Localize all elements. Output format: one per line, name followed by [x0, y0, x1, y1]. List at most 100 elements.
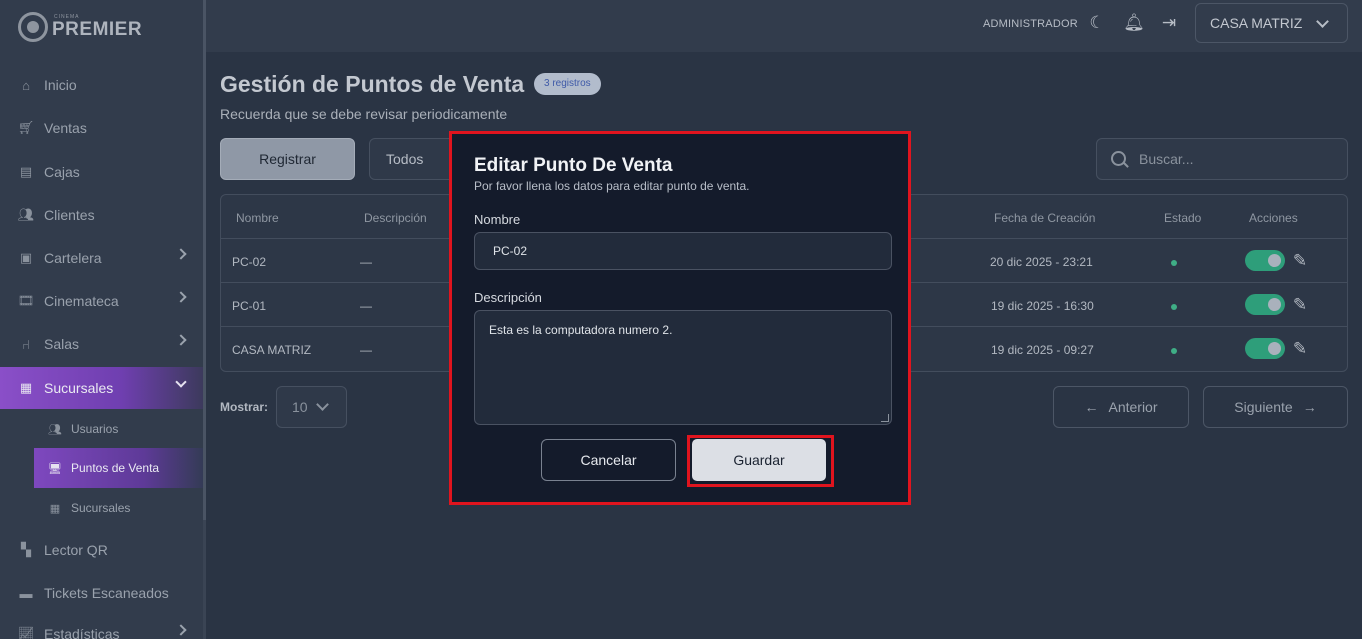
column-header-acciones: Acciones: [1249, 211, 1298, 225]
chevron-down-icon: [316, 398, 329, 411]
page-size-value: 10: [292, 399, 308, 415]
chart-icon: 📈︎: [17, 626, 35, 639]
logout-icon[interactable]: ⇥: [1158, 12, 1180, 34]
cell-nombre: CASA MATRIZ: [232, 343, 312, 357]
pos-icon: 🖥︎: [48, 462, 62, 475]
next-page-button[interactable]: Siguiente →: [1203, 386, 1348, 428]
theme-toggle-icon[interactable]: ☾: [1086, 12, 1108, 34]
active-toggle[interactable]: [1245, 250, 1285, 271]
sidebar-subitem-label: Puntos de Venta: [71, 461, 160, 475]
modal-title: Editar Punto De Venta: [474, 155, 673, 176]
resize-handle[interactable]: [881, 414, 889, 422]
page-title: Gestión de Puntos de Venta: [220, 71, 525, 97]
sidebar-subitem-sucursales[interactable]: ▦ Sucursales: [34, 489, 203, 527]
status-filter-value: Todos: [386, 151, 424, 167]
sidebar-item-label: Tickets Escaneados: [44, 585, 169, 601]
cell-fecha: 19 dic 2025 - 16:30: [991, 299, 1094, 313]
scanned-icon: ▬: [19, 585, 33, 601]
topbar: [206, 0, 1362, 52]
previous-page-button[interactable]: ← Anterior: [1053, 386, 1189, 428]
register-icon: ▤: [19, 164, 33, 179]
active-toggle[interactable]: [1245, 338, 1285, 359]
sidebar-item-label: Lector QR: [44, 542, 108, 558]
chevron-right-icon: [175, 624, 187, 636]
sidebar-item-cartelera[interactable]: ▣ Cartelera: [0, 238, 203, 278]
description-textarea-value: Esta es la computadora numero 2.: [489, 323, 673, 337]
sidebar: CINEMA PREMIER ⌂ Inicio 🛒︎ Ventas ▤ Caja…: [0, 0, 203, 639]
sidebar-subitem-usuarios[interactable]: 👥︎ Usuarios: [34, 410, 203, 448]
arrow-left-icon: ←: [1084, 399, 1099, 415]
cell-nombre: PC-02: [232, 255, 267, 269]
name-field-label: Nombre: [474, 212, 521, 227]
brand-name: PREMIER: [52, 19, 143, 40]
column-header-nombre[interactable]: Nombre: [236, 211, 279, 225]
seat-icon: ⑁: [22, 336, 30, 352]
edit-icon[interactable]: ✎: [1290, 251, 1310, 271]
page-size-select[interactable]: 10: [276, 386, 347, 428]
home-icon: ⌂: [22, 77, 30, 93]
cell-descripcion: —: [360, 343, 372, 357]
column-header-estado: Estado: [1164, 211, 1202, 225]
status-dot: [1171, 304, 1177, 310]
sidebar-item-lector-qr[interactable]: ▚ Lector QR: [0, 530, 203, 570]
register-button[interactable]: Registrar: [220, 138, 355, 180]
name-input[interactable]: PC-02: [474, 232, 892, 270]
sidebar-scrollbar[interactable]: [203, 0, 206, 639]
sidebar-item-label: Estadísticas: [44, 626, 120, 639]
chevron-right-icon: [175, 334, 187, 346]
sidebar-item-inicio[interactable]: ⌂ Inicio: [0, 65, 203, 105]
cell-fecha: 20 dic 2025 - 23:21: [990, 255, 1093, 269]
chevron-right-icon: [175, 248, 187, 260]
users-icon: 👥︎: [17, 207, 35, 222]
edit-icon[interactable]: ✎: [1290, 339, 1310, 359]
page-size-label: Mostrar:: [220, 400, 269, 414]
sidebar-item-label: Cajas: [44, 164, 80, 180]
chevron-right-icon: [175, 291, 187, 303]
sidebar-item-label: Ventas: [44, 120, 87, 136]
sidebar-subitem-label: Usuarios: [71, 422, 119, 436]
sidebar-item-salas[interactable]: ⑁ Salas: [0, 324, 203, 364]
page-subtitle: Recuerda que se debe revisar periodicame…: [220, 106, 508, 122]
film-reel-icon: [18, 12, 48, 42]
save-button[interactable]: Guardar: [692, 439, 826, 481]
sidebar-item-cinemateca[interactable]: 🎞︎ Cinemateca: [0, 281, 203, 321]
description-field-label: Descripción: [474, 290, 542, 305]
column-header-descripcion[interactable]: Descripción: [364, 211, 427, 225]
sidebar-item-ventas[interactable]: 🛒︎ Ventas: [0, 108, 203, 148]
sidebar-item-clientes[interactable]: 👥︎ Clientes: [0, 195, 203, 235]
bell-icon[interactable]: 🔔︎: [1123, 12, 1145, 34]
sidebar-item-tickets-escaneados[interactable]: ▬ Tickets Escaneados: [0, 573, 203, 613]
edit-pos-modal: Editar Punto De Venta Por favor llena lo…: [449, 131, 911, 505]
sidebar-subitem-puntos-de-venta[interactable]: 🖥︎ Puntos de Venta: [34, 448, 203, 488]
sidebar-item-cajas[interactable]: ▤ Cajas: [0, 152, 203, 192]
sidebar-scrollbar-thumb[interactable]: [203, 0, 206, 520]
search-input[interactable]: Buscar...: [1096, 138, 1348, 180]
brand-logo[interactable]: CINEMA PREMIER: [18, 12, 142, 42]
ticket-icon: ▣: [19, 250, 33, 265]
search-placeholder: Buscar...: [1139, 151, 1194, 167]
next-page-label: Siguiente: [1234, 399, 1293, 415]
branch-select-value: CASA MATRIZ: [1210, 15, 1303, 31]
column-header-fecha[interactable]: Fecha de Creación: [994, 211, 1095, 225]
sidebar-item-estadisticas[interactable]: 📈︎ Estadísticas: [0, 614, 203, 639]
sidebar-item-label: Cinemateca: [44, 293, 119, 309]
previous-page-label: Anterior: [1108, 399, 1158, 415]
cell-nombre: PC-01: [232, 299, 267, 313]
edit-icon[interactable]: ✎: [1290, 295, 1310, 315]
search-icon: [1111, 151, 1126, 166]
active-toggle[interactable]: [1245, 294, 1285, 315]
cancel-button[interactable]: Cancelar: [541, 439, 676, 481]
cell-descripcion: —: [360, 255, 372, 269]
cell-fecha: 19 dic 2025 - 09:27: [991, 343, 1094, 357]
qr-icon: ▚: [21, 542, 31, 557]
description-textarea[interactable]: Esta es la computadora numero 2.: [474, 310, 892, 425]
store-icon: ▦: [49, 502, 61, 515]
sidebar-item-label: Sucursales: [44, 380, 114, 396]
sidebar-item-sucursales[interactable]: ▦ Sucursales: [0, 367, 203, 409]
branch-select[interactable]: CASA MATRIZ: [1195, 3, 1348, 43]
chevron-down-icon: [175, 376, 187, 388]
sidebar-item-label: Clientes: [44, 207, 95, 223]
sidebar-item-label: Inicio: [44, 77, 77, 93]
user-role: ADMINISTRADOR: [983, 18, 1078, 30]
sidebar-subitem-label: Sucursales: [71, 501, 131, 515]
